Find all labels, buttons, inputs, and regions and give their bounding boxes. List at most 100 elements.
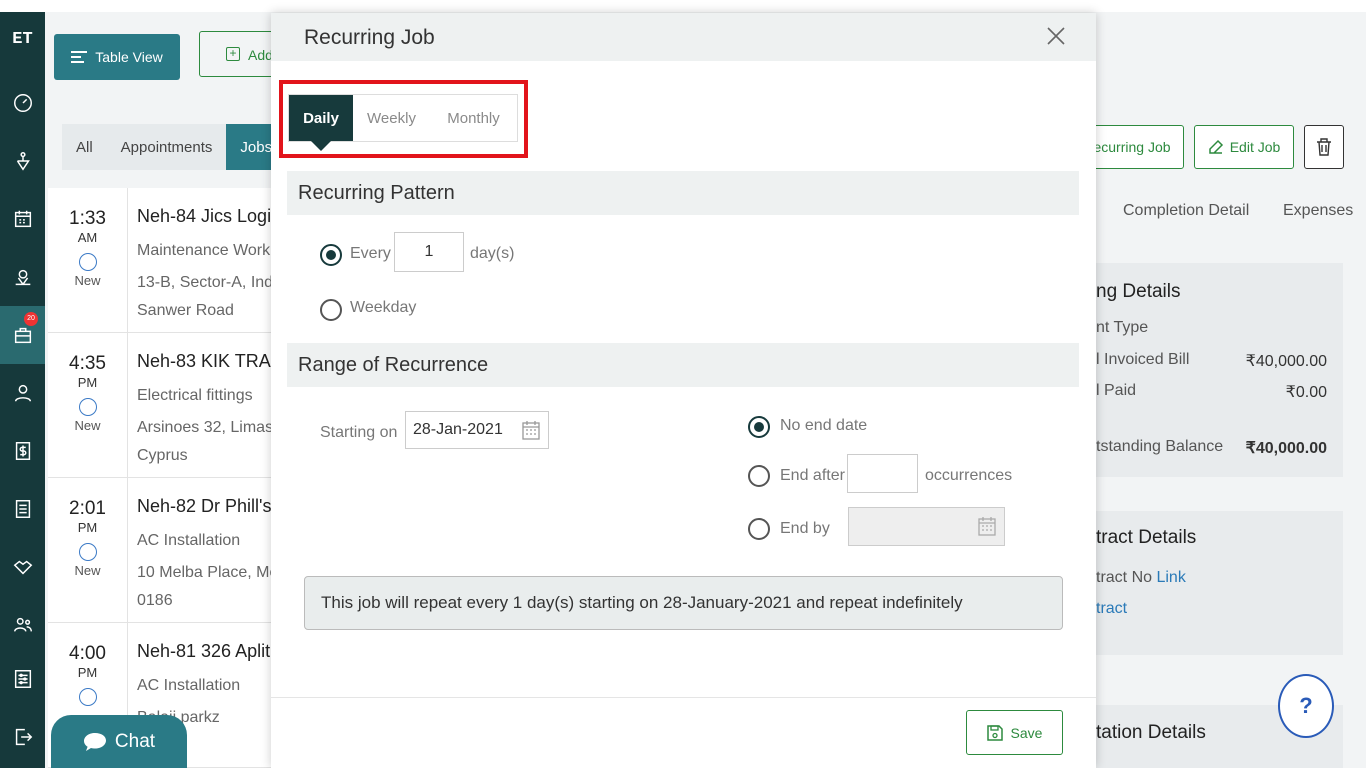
delete-button[interactable] [1304, 125, 1344, 169]
table-view-label: Table View [95, 49, 163, 65]
job-title: Neh-82 Dr Phill's [137, 496, 272, 516]
team-icon[interactable] [0, 596, 45, 654]
job-time-column: 4:35 PM New [48, 333, 128, 478]
end-after-radio[interactable] [748, 465, 770, 487]
invoiced-bill-label: l Invoiced Bill [1096, 351, 1190, 368]
recurring-job-label: ecurring Job [1093, 139, 1171, 155]
job-type: AC Installation [137, 677, 241, 694]
chat-button[interactable]: Chat [51, 715, 187, 768]
range-of-recurrence-title: Range of Recurrence [298, 354, 489, 376]
calendar-icon[interactable] [978, 516, 996, 536]
job-type: Electrical fittings [137, 387, 253, 404]
dashboard-icon[interactable] [0, 74, 45, 132]
job-status: New [74, 563, 101, 578]
outstanding-balance-value: ₹40,000.00 [1245, 440, 1327, 457]
job-type: Maintenance Work [137, 242, 271, 259]
contract-link[interactable]: Link [1156, 569, 1185, 586]
edit-job-button[interactable]: Edit Job [1194, 125, 1294, 169]
end-by-radio[interactable] [748, 518, 770, 540]
frequency-tabs: Daily Weekly Monthly [288, 94, 518, 151]
job-status: New [74, 418, 101, 433]
no-end-date-label: No end date [780, 417, 868, 434]
list-item[interactable]: 4:35 PM New Neh-83 KIK TRA Electrical fi… [48, 333, 282, 478]
tab-weekly[interactable]: Weekly [353, 95, 430, 141]
paid-label: l Paid [1096, 382, 1137, 399]
list-item[interactable]: 1:33 AM New Neh-84 Jics Logi Maintenance… [48, 188, 278, 333]
starting-on-date-input[interactable]: 28-Jan-2021 [405, 411, 549, 449]
tab-all[interactable]: All [62, 124, 107, 170]
paid-value: ₹0.00 [1285, 384, 1327, 401]
recurring-pattern-header: Recurring Pattern [287, 171, 1079, 215]
outstanding-balance-label: tstanding Balance [1096, 438, 1224, 455]
calendar-icon[interactable] [0, 190, 45, 248]
save-button[interactable]: Save [966, 710, 1063, 755]
contract-link-2[interactable]: tract [1096, 600, 1127, 618]
status-circle-icon [78, 253, 97, 271]
jobs-briefcase-icon[interactable]: 20 [0, 306, 45, 364]
job-address-line2: 0186 [137, 592, 173, 609]
logout-icon[interactable] [0, 708, 45, 766]
occurrences-label: occurrences [925, 467, 1013, 484]
invoice-dollar-icon[interactable] [0, 422, 45, 480]
tab-daily[interactable]: Daily [289, 95, 353, 151]
end-by-date-input[interactable] [848, 507, 1005, 546]
job-address-line2: Sanwer Road [137, 302, 234, 319]
list-item[interactable]: 2:01 PM New Neh-82 Dr Phill's AC Install… [48, 478, 278, 623]
end-after-occurrences-input[interactable] [847, 454, 918, 493]
settings-sliders-icon[interactable] [0, 650, 45, 708]
floppy-disk-icon [986, 724, 1003, 741]
chat-label: Chat [114, 730, 156, 752]
jobs-count-badge: 20 [24, 312, 38, 326]
every-days-input[interactable]: 1 [394, 232, 464, 272]
edit-pencil-icon [1208, 139, 1223, 154]
status-circle-icon [78, 688, 97, 706]
handshake-icon[interactable] [0, 538, 45, 596]
job-time: 1:33 [69, 208, 106, 229]
close-icon[interactable] [1045, 26, 1067, 48]
calendar-icon[interactable] [522, 420, 540, 440]
job-time: 4:00 [69, 643, 106, 664]
modal-header: Recurring Job [271, 13, 1096, 61]
customer-icon[interactable] [0, 364, 45, 422]
billing-details-title: ng Details [1096, 281, 1181, 302]
status-circle-icon [78, 543, 97, 561]
job-type: AC Installation [137, 532, 241, 549]
job-time-column: 1:33 AM New [48, 188, 128, 333]
job-list: 1:33 AM New Neh-84 Jics Logi Maintenance… [48, 188, 282, 768]
job-ampm: PM [77, 665, 98, 680]
weekday-radio[interactable] [320, 299, 342, 321]
starting-on-value: 28-Jan-2021 [413, 421, 503, 438]
every-unit-label: day(s) [470, 245, 515, 262]
tab-appointments[interactable]: Appointments [107, 124, 227, 170]
left-nav: ET 20 [0, 12, 45, 768]
menu-lines-icon [71, 51, 88, 63]
add-button[interactable]: + Add [199, 31, 279, 77]
job-address-line1: Arsinoes 32, Limass [137, 419, 282, 436]
contract-details-title: tract Details [1096, 527, 1197, 548]
job-time-column: 2:01 PM New [48, 478, 128, 623]
add-label: Add [248, 47, 273, 63]
tab-completion-detail[interactable]: Completion Detail [1123, 202, 1249, 220]
edit-job-label: Edit Job [1229, 139, 1281, 155]
tab-monthly[interactable]: Monthly [430, 95, 517, 141]
job-title: Neh-84 Jics Logi [137, 206, 272, 226]
job-address-line1: 13-B, Sector-A, Ind [137, 274, 274, 291]
end-by-label: End by [780, 520, 830, 537]
dispatch-icon[interactable] [0, 132, 45, 190]
job-address-line2: Cyprus [137, 447, 188, 464]
help-button[interactable]: ? [1278, 674, 1334, 738]
no-end-date-radio[interactable] [748, 416, 770, 438]
filter-tabs: All Appointments Jobs [62, 124, 287, 170]
quotation-details-title: tation Details [1096, 722, 1206, 743]
every-radio[interactable] [320, 244, 342, 266]
list-icon[interactable] [0, 480, 45, 538]
table-view-button[interactable]: Table View [54, 34, 180, 80]
map-location-icon[interactable] [0, 248, 45, 306]
recurrence-summary: This job will repeat every 1 day(s) star… [304, 576, 1063, 630]
chat-bubble-icon [83, 732, 106, 751]
recurring-pattern-title: Recurring Pattern [298, 182, 455, 204]
tab-expenses[interactable]: Expenses [1283, 202, 1353, 220]
contract-no-label: tract No Link [1096, 569, 1186, 587]
billing-details-card: ng Details nt Type l Invoiced Bill ₹40,0… [1080, 263, 1343, 477]
job-ampm: PM [77, 375, 98, 390]
